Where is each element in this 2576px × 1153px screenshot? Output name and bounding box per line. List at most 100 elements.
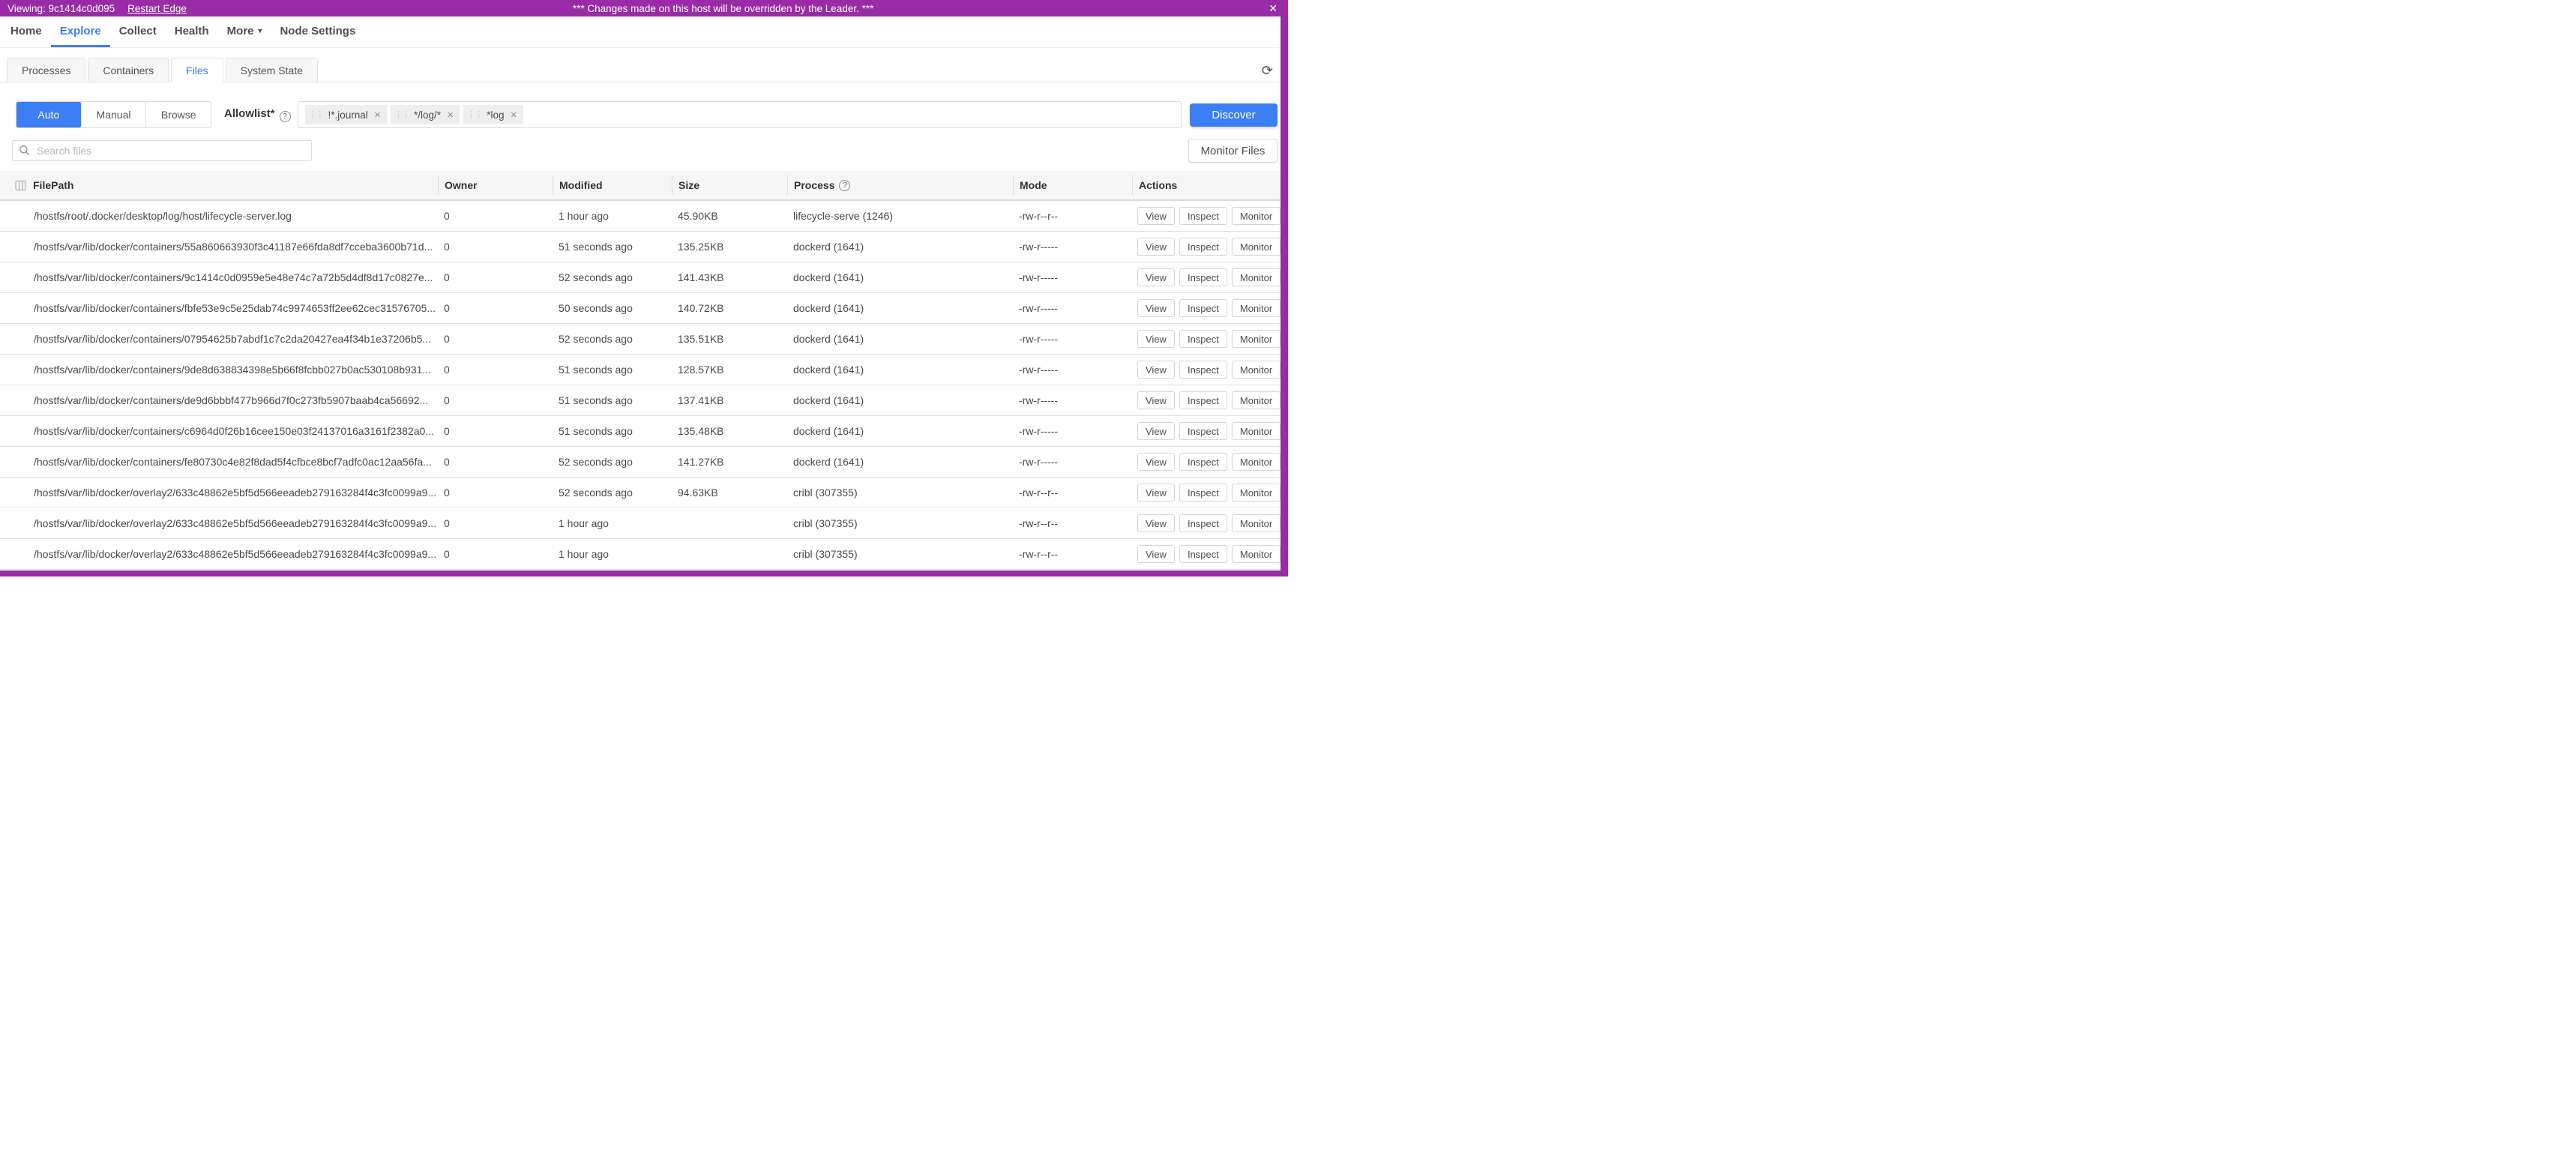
size-cell: 141.43KB [672,271,787,283]
view-button[interactable]: View [1137,514,1175,532]
actions-cell: ViewInspect Monitor [1132,545,1281,563]
view-button[interactable]: View [1137,453,1175,471]
drag-handle-icon[interactable]: ⋮⋮ [394,111,409,119]
filepath-cell: /hostfs/var/lib/docker/containers/fe8073… [0,456,438,468]
inspect-button[interactable]: Inspect [1179,484,1227,502]
inspect-button[interactable]: Inspect [1179,299,1227,317]
nav-item-collect[interactable]: Collect ▾ [110,16,166,47]
monitor-button[interactable]: Monitor [1232,484,1281,502]
monitor-button[interactable]: Monitor [1232,299,1281,317]
inspect-button[interactable]: Inspect [1179,330,1227,348]
monitor-button[interactable]: Monitor [1232,207,1281,225]
allowlist-tags-input[interactable]: ⋮⋮ !*.journal ✕ ⋮⋮ */log/* ✕ ⋮⋮ *log ✕ [298,101,1182,128]
nav-item-label: More [227,25,254,37]
monitor-button[interactable]: Monitor [1232,453,1281,471]
view-button[interactable]: View [1137,299,1175,317]
modified-cell: 1 hour ago [553,517,672,529]
actions-cell: ViewInspect Monitor [1132,238,1281,256]
inspect-button[interactable]: Inspect [1179,422,1227,440]
mode-button-browse[interactable]: Browse [145,102,211,127]
monitor-button[interactable]: Monitor [1232,361,1281,379]
mode-cell: -rw-r----- [1013,333,1132,345]
view-button[interactable]: View [1137,391,1175,409]
actions-cell: ViewInspect Monitor [1132,484,1281,502]
mode-cell: -rw-r--r-- [1013,210,1132,222]
actions-cell: ViewInspect Monitor [1132,268,1281,286]
mode-label: Manual [97,109,131,121]
inspect-button[interactable]: Inspect [1179,268,1227,286]
inspect-button[interactable]: Inspect [1179,545,1227,563]
inspect-button[interactable]: Inspect [1179,207,1227,225]
column-header-label: Actions [1139,179,1177,191]
view-button[interactable]: View [1137,268,1175,286]
mode-button-auto[interactable]: Auto [16,102,81,127]
column-header-mode: Mode [1013,175,1132,195]
nav-item-health[interactable]: Health ▾ [166,16,218,47]
drag-handle-icon[interactable]: ⋮⋮ [467,111,482,119]
allowlist-help-icon[interactable]: ? [280,111,291,122]
column-header-label: Size [678,179,699,191]
tab-label: Files [186,64,208,76]
restart-edge-link[interactable]: Restart Edge [127,3,187,14]
nav-item-explore[interactable]: Explore ▾ [51,16,110,47]
tab-label: System State [241,64,303,76]
inspect-button[interactable]: Inspect [1179,391,1227,409]
actions-cell: ViewInspect Monitor [1132,391,1281,409]
view-button[interactable]: View [1137,361,1175,379]
close-icon[interactable]: ✕ [1269,3,1278,13]
columns-icon[interactable] [15,180,26,191]
monitor-button[interactable]: Monitor [1232,391,1281,409]
allowlist-tag-log[interactable]: ⋮⋮ */log/* ✕ [391,105,460,124]
nav-item-home[interactable]: Home ▾ [1,16,51,47]
monitor-button[interactable]: Monitor [1232,330,1281,348]
view-button[interactable]: View [1137,330,1175,348]
tab-files[interactable]: Files [171,58,223,82]
tab-system-state[interactable]: System State [226,58,318,82]
tag-remove-icon[interactable]: ✕ [511,110,517,120]
tag-remove-icon[interactable]: ✕ [374,110,381,120]
monitor-button[interactable]: Monitor [1232,422,1281,440]
inspect-button[interactable]: Inspect [1179,238,1227,256]
filepath-cell: /hostfs/var/lib/docker/overlay2/633c4886… [0,487,438,499]
monitor-button[interactable]: Monitor [1232,268,1281,286]
owner-cell: 0 [438,271,553,283]
view-button[interactable]: View [1137,207,1175,225]
column-header-label: Mode [1020,179,1047,191]
mode-cell: -rw-r--r-- [1013,517,1132,529]
nav-item-more[interactable]: More ▾ [218,16,271,47]
node-frame-bottom-edge [0,571,1288,576]
discover-button[interactable]: Discover [1190,103,1278,127]
tag-remove-icon[interactable]: ✕ [447,110,454,120]
actions-cell: ViewInspect Monitor [1132,299,1281,317]
tab-containers[interactable]: Containers [88,58,169,82]
nav-item-node-settings[interactable]: Node Settings ▾ [271,16,364,47]
filepath-cell: /hostfs/var/lib/docker/containers/9de8d6… [0,364,438,376]
allowlist-tag-journal[interactable]: ⋮⋮ !*.journal ✕ [305,105,388,124]
view-button[interactable]: View [1137,422,1175,440]
column-header-modified: Modified [553,175,672,195]
tab-processes[interactable]: Processes [7,58,85,82]
nav-item-label: Home [10,25,42,37]
inspect-button[interactable]: Inspect [1179,453,1227,471]
filepath-cell: /hostfs/var/lib/docker/containers/fbfe53… [0,302,438,314]
view-button[interactable]: View [1137,545,1175,563]
table-row: /hostfs/var/lib/docker/containers/079546… [0,324,1281,355]
search-input[interactable] [12,140,312,161]
monitor-button[interactable]: Monitor [1232,238,1281,256]
drag-handle-icon[interactable]: ⋮⋮ [309,111,324,119]
view-button[interactable]: View [1137,238,1175,256]
size-cell: 135.48KB [672,425,787,437]
monitor-button[interactable]: Monitor [1232,514,1281,532]
view-button[interactable]: View [1137,484,1175,502]
monitor-button[interactable]: Monitor [1232,545,1281,563]
mode-button-manual[interactable]: Manual [81,102,146,127]
monitor-files-button[interactable]: Monitor Files [1188,139,1278,163]
inspect-button[interactable]: Inspect [1179,514,1227,532]
mode-cell: -rw-r----- [1013,302,1132,314]
filepath-cell: /hostfs/var/lib/docker/overlay2/633c4886… [0,548,438,560]
allowlist-tag-log[interactable]: ⋮⋮ *log ✕ [463,105,523,124]
inspect-button[interactable]: Inspect [1179,361,1227,379]
search-icon [19,145,30,156]
refresh-icon[interactable]: ⟳ [1262,64,1273,77]
process-help-icon[interactable]: ? [839,180,850,191]
